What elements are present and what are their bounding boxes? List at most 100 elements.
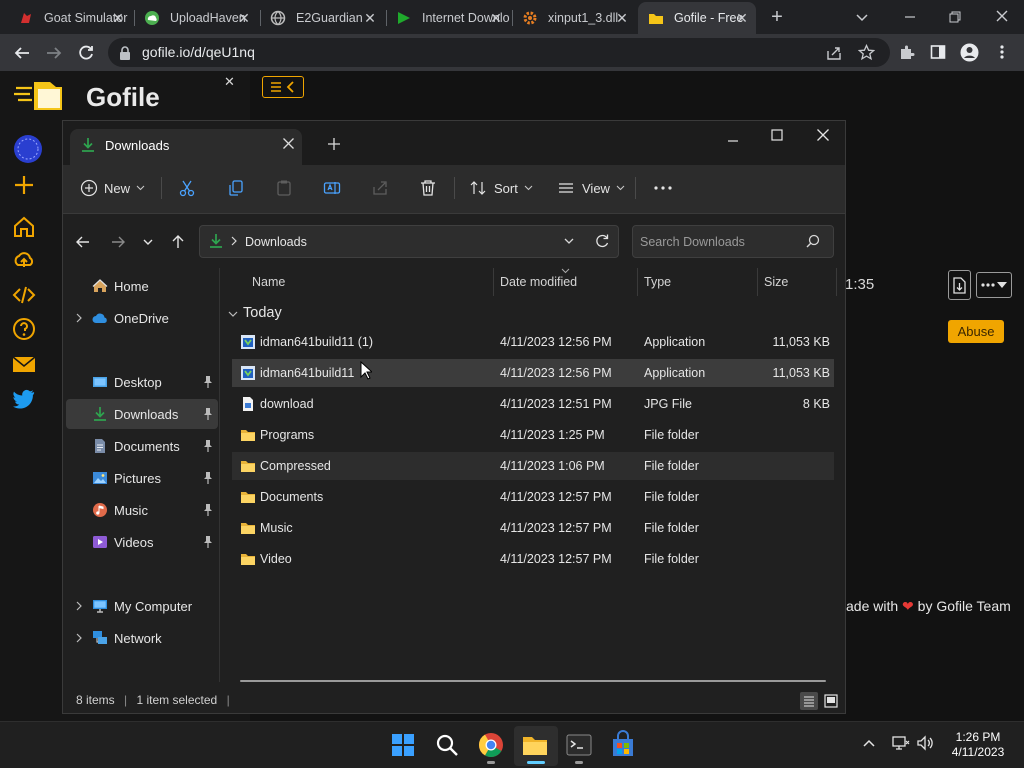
store-icon[interactable] (608, 730, 638, 760)
copy-icon[interactable] (227, 179, 245, 197)
restore-icon[interactable] (947, 9, 963, 25)
close-tab-icon[interactable] (282, 137, 295, 150)
sidebar-item-network[interactable]: Network (66, 623, 218, 653)
horizontal-scrollbar[interactable] (240, 680, 826, 682)
pin-icon[interactable] (202, 375, 214, 389)
group-header[interactable]: Today (243, 305, 282, 321)
toggle-sidebar-button[interactable] (262, 76, 304, 98)
side-panel-icon[interactable] (930, 44, 946, 60)
clock-date[interactable]: 4/11/2023 (946, 745, 1010, 759)
sort-button[interactable]: Sort (470, 173, 533, 203)
browser-tab-6[interactable]: Gofile - Free ✕ (638, 2, 756, 34)
view-button[interactable]: View (558, 173, 625, 203)
forward-icon[interactable] (44, 43, 64, 63)
sidebar-item-home[interactable]: Home (66, 271, 218, 301)
chevron-down-icon[interactable] (563, 236, 575, 246)
search-icon[interactable] (432, 730, 462, 760)
file-row[interactable]: idman641build11 (1) 4/11/2023 12:56 PM App… (232, 328, 834, 356)
tab-search-icon[interactable] (854, 9, 870, 25)
share-icon[interactable] (826, 45, 842, 61)
volume-icon[interactable] (916, 735, 934, 751)
tiles-view-icon[interactable] (822, 692, 840, 710)
up-icon[interactable] (170, 234, 186, 250)
sidebar-item-onedrive[interactable]: OneDrive (66, 303, 218, 333)
chevron-right-icon[interactable] (66, 313, 92, 323)
file-row[interactable]: Documents 4/11/2023 12:57 PM File folder (232, 483, 834, 511)
file-row[interactable]: Compressed 4/11/2023 1:06 PM File folder (232, 452, 834, 480)
chevron-down-icon[interactable] (228, 309, 238, 319)
pin-icon[interactable] (202, 535, 214, 549)
delete-icon[interactable] (419, 179, 437, 197)
sidebar-item-music[interactable]: Music (66, 495, 218, 525)
file-row[interactable]: Video 4/11/2023 12:57 PM File folder (232, 545, 834, 573)
maximize-icon[interactable] (770, 128, 784, 142)
abuse-button[interactable]: Abuse (948, 320, 1004, 343)
avatar[interactable] (12, 134, 44, 164)
pin-icon[interactable] (202, 439, 214, 453)
back-icon[interactable] (12, 43, 32, 63)
help-icon[interactable] (12, 317, 36, 341)
pin-icon[interactable] (202, 503, 214, 517)
search-icon[interactable] (806, 234, 820, 248)
share-icon[interactable] (371, 179, 389, 197)
chevron-right-icon[interactable] (66, 633, 92, 643)
column-separator[interactable] (757, 268, 758, 296)
new-tab-button[interactable]: + (768, 7, 786, 27)
sidebar-item-videos[interactable]: Videos (66, 527, 218, 557)
twitter-icon[interactable] (12, 386, 36, 410)
upload-icon[interactable] (12, 248, 36, 272)
clock-time[interactable]: 1:26 PM (950, 730, 1006, 744)
close-tab-icon[interactable]: ✕ (488, 10, 504, 26)
recent-locations-icon[interactable] (142, 236, 154, 248)
sidebar-item-my-computer[interactable]: My Computer (66, 591, 218, 621)
extensions-icon[interactable] (898, 44, 915, 61)
breadcrumb[interactable]: Downloads (245, 235, 307, 249)
file-row[interactable]: download 4/11/2023 12:51 PM JPG File 8 KB (232, 390, 834, 418)
browser-tab-1[interactable]: Goat Simulator ✕ (8, 2, 132, 34)
home-icon[interactable] (12, 215, 36, 239)
column-header-size[interactable]: Size (764, 275, 788, 289)
cut-icon[interactable] (178, 179, 196, 197)
plus-icon[interactable] (12, 173, 36, 197)
file-row[interactable]: Music 4/11/2023 12:57 PM File folder (232, 514, 834, 542)
bookmark-star-icon[interactable] (858, 44, 875, 61)
file-explorer-icon[interactable] (520, 730, 550, 760)
details-view-icon[interactable] (800, 692, 818, 710)
lock-icon[interactable] (118, 45, 132, 61)
column-separator[interactable] (493, 268, 494, 296)
terminal-icon[interactable] (564, 730, 594, 760)
profile-icon[interactable] (960, 43, 979, 62)
forward-icon[interactable] (110, 234, 126, 250)
file-row[interactable]: Programs 4/11/2023 1:25 PM File folder (232, 421, 834, 449)
column-header-date[interactable]: Date modified (500, 275, 577, 289)
close-tab-icon[interactable]: ✕ (734, 10, 750, 26)
chevron-right-icon[interactable] (66, 601, 92, 611)
chrome-icon[interactable] (476, 730, 506, 760)
sidebar-item-pictures[interactable]: Pictures (66, 463, 218, 493)
rename-icon[interactable] (323, 179, 341, 197)
file-row[interactable]: idman641build11 4/11/2023 12:56 PM Applica… (232, 359, 834, 387)
chevron-up-icon[interactable] (862, 738, 876, 748)
column-header-name[interactable]: Name (252, 275, 285, 289)
pin-icon[interactable] (202, 407, 214, 421)
close-icon[interactable] (816, 128, 830, 142)
close-tab-icon[interactable]: ✕ (614, 10, 630, 26)
close-tab-icon[interactable]: ✕ (362, 10, 378, 26)
new-button[interactable]: New (80, 173, 145, 203)
paste-icon[interactable] (275, 179, 293, 197)
more-options-button[interactable] (976, 272, 1012, 298)
column-separator[interactable] (836, 268, 837, 296)
chrome-menu-icon[interactable] (998, 44, 1006, 60)
browser-tab-3[interactable]: E2Guardian ✕ (260, 2, 384, 34)
sidebar-item-desktop[interactable]: Desktop (66, 367, 218, 397)
network-icon[interactable] (892, 735, 910, 751)
chevron-right-icon[interactable] (230, 236, 238, 246)
more-icon[interactable] (654, 185, 672, 191)
close-icon[interactable] (994, 8, 1010, 24)
code-icon[interactable] (12, 283, 36, 307)
column-separator[interactable] (637, 268, 638, 296)
browser-tab-4[interactable]: Internet Download Manager ✕ (386, 2, 510, 34)
refresh-icon[interactable] (594, 233, 610, 249)
close-tab-icon[interactable]: ✕ (110, 10, 126, 26)
browser-tab-5[interactable]: xinput1_3.dll ✕ (512, 2, 636, 34)
